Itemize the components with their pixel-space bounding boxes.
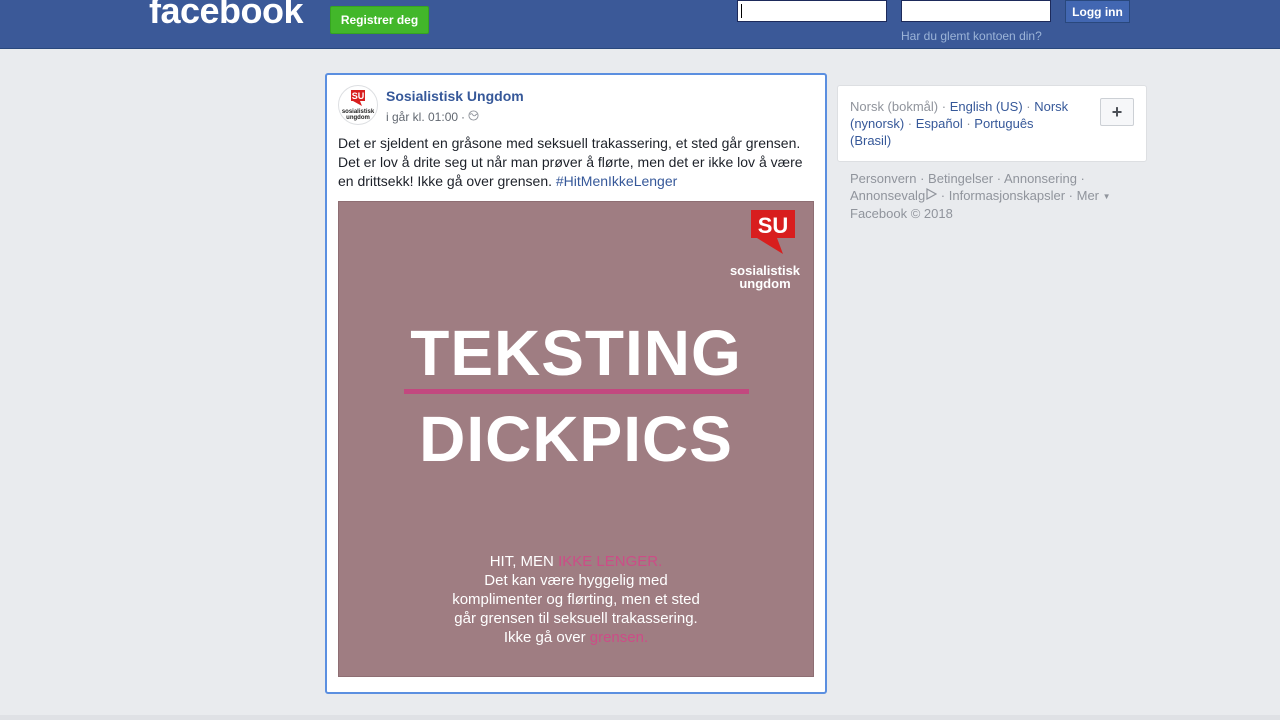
current-language: Norsk (bokmål) [850,99,939,114]
post-timestamp[interactable]: i går kl. 01:00 [386,110,458,124]
svg-text:SU: SU [352,91,365,101]
post-card: SU sosialistisk ungdom Sosialistisk Ungd… [325,73,827,694]
password-input[interactable] [901,0,1051,22]
page-name-link[interactable]: Sosialistisk Ungdom [386,88,524,104]
caption-line-5: Ikke gå over grensen. [339,628,813,647]
globe-icon[interactable] [468,110,479,124]
caption-line-2: Det kan være hyggelig med [484,572,668,589]
bottom-bar-edge [0,715,1280,720]
language-selector-box: Norsk (bokmål) · English (US) · Norsk (n… [837,85,1147,162]
text-cursor [741,4,742,18]
forgot-account-link[interactable]: Har du glemt kontoen din? [901,29,1042,43]
hashtag-link[interactable]: #HitMenIkkeLenger [556,173,677,189]
caption-line-1-b: IKKE LENGER. [558,553,663,570]
language-list: Norsk (bokmål) · English (US) · Norsk (n… [850,99,1069,148]
adchoices-icon[interactable] [925,187,938,201]
post-image[interactable]: SU sosialistisk ungdom TEKSTING DICKPICS… [338,201,814,677]
footer-link-cookies[interactable]: Informasjonskapsler [949,188,1065,203]
caption-line-1: HIT, MEN IKKE LENGER. [339,552,813,571]
page-avatar[interactable]: SU sosialistisk ungdom [338,85,378,125]
caption-line-5-a: Ikke gå over [503,629,590,646]
language-option[interactable]: English (US) [950,99,1023,114]
footer-link-adchoices[interactable]: Annonsevalg [850,188,925,203]
footer-link-privacy[interactable]: Personvern [850,171,916,186]
logo-word-2: ungdom [739,276,791,291]
add-language-button[interactable]: + [1100,98,1134,126]
image-title-line-2: DICKPICS [419,403,733,475]
email-input[interactable] [737,0,887,22]
caption-line-5-b: grensen. [589,629,649,646]
login-button[interactable]: Logg inn [1065,0,1130,23]
footer-link-terms[interactable]: Betingelser [928,171,993,186]
svg-text:ungdom: ungdom [346,115,370,121]
footer-links: Personvern · Betingelser · Annonsering ·… [850,170,1140,222]
caption-line-1-a: HIT, MEN [489,553,559,570]
language-option[interactable]: Español [916,116,963,131]
image-title-line-1: TEKSTING [410,317,742,389]
caption-line-4: går grensen til seksuell trakassering. [454,610,698,627]
footer-link-advertising[interactable]: Annonsering [1004,171,1077,186]
image-caption: HIT, MEN IKKE LENGER. Det kan være hygge… [339,552,813,647]
top-navigation-bar: facebook Registrer deg Logg inn Har du g… [0,0,1280,49]
footer-link-more[interactable]: Mer [1077,188,1099,203]
su-logo-wordmark: sosialistisk ungdom [725,264,805,290]
meta-separator: · [461,110,466,124]
facebook-logo[interactable]: facebook [149,0,304,32]
image-divider [404,389,749,394]
register-button[interactable]: Registrer deg [330,6,429,34]
copyright: Facebook © 2018 [850,206,953,222]
su-logo-letters: SU [758,213,789,238]
post-text: Det er sjeldent en gråsone med seksuell … [338,134,810,191]
post-meta: i går kl. 01:00 · [386,110,479,124]
chevron-down-icon[interactable]: ▼ [1103,192,1111,201]
caption-line-3: komplimenter og flørting, men et sted [452,591,700,608]
